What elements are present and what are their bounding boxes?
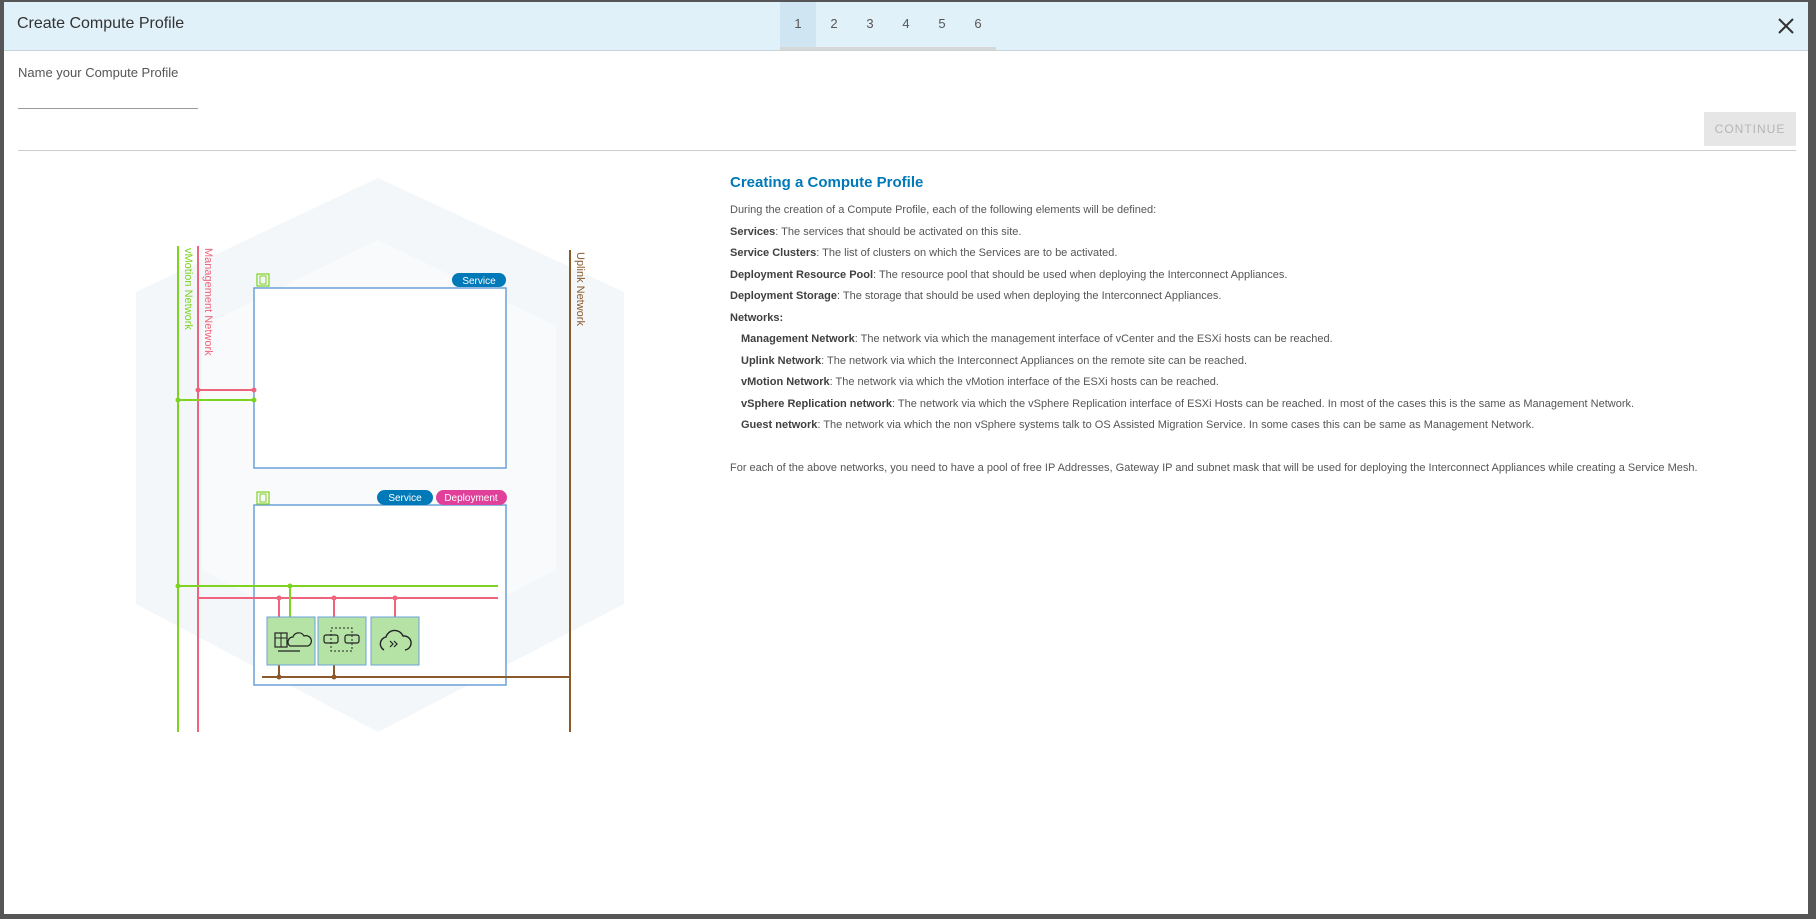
compute-profile-name-input[interactable] (18, 88, 198, 109)
appliance-2-management-dot (331, 595, 337, 601)
close-icon[interactable] (1774, 14, 1798, 38)
description-item-resource-pool: Deployment Resource Pool: The resource p… (730, 268, 1288, 281)
modal-title: Create Compute Profile (17, 15, 185, 32)
network-extension-appliance-icon (317, 616, 367, 666)
step-1[interactable]: 1 (780, 2, 816, 50)
cluster-box-1 (253, 287, 507, 469)
network-item-management: Management Network: The network via whic… (741, 333, 1333, 345)
vmotion-tap-dot-2 (251, 397, 257, 403)
name-field-label: Name your Compute Profile (18, 65, 179, 80)
description-item-service-clusters: Service Clusters: The list of clusters o… (730, 247, 1118, 259)
continue-button[interactable]: CONTINUE (1704, 112, 1796, 146)
networks-heading: Networks: (730, 311, 784, 324)
cluster-1-service-label: Service (462, 276, 496, 287)
management-network-label: Management Network (202, 248, 214, 356)
step-6[interactable]: 6 (960, 2, 996, 50)
appliance-1-uplink-dot (276, 674, 282, 680)
appliance-1-management-dot (276, 595, 282, 601)
description-intro: During the creation of a Compute Profile… (730, 204, 1157, 216)
step-4[interactable]: 4 (888, 2, 924, 50)
description-panel: Creating a Compute Profile During the cr… (730, 174, 1790, 479)
create-compute-profile-modal: Create Compute Profile 1 2 3 4 5 6 Name … (4, 2, 1808, 914)
modal-header: Create Compute Profile 1 2 3 4 5 6 (4, 2, 1808, 51)
cluster-2-service-label: Service (388, 493, 422, 504)
step-2[interactable]: 2 (816, 2, 852, 50)
network-item-replication: vSphere Replication network: The network… (741, 397, 1635, 410)
compute-profile-diagram: vMotion Network Management Network Uplin… (136, 178, 624, 732)
appliance-2-uplink-dot (331, 674, 337, 680)
vmotion-tap-dot-1 (175, 397, 181, 403)
description-footer: For each of the above networks, you need… (730, 461, 1698, 474)
vmotion-run-dot (175, 583, 181, 589)
appliance-3-management-dot (392, 595, 398, 601)
step-5[interactable]: 5 (924, 2, 960, 50)
wan-optimization-appliance-icon (370, 616, 420, 666)
wizard-steps: 1 2 3 4 5 6 (780, 2, 996, 50)
description-item-storage: Deployment Storage: The storage that sho… (730, 290, 1222, 302)
interconnect-appliance-icon (266, 616, 316, 666)
network-item-uplink: Uplink Network: The network via which th… (741, 354, 1248, 367)
step-3[interactable]: 3 (852, 2, 888, 50)
management-tap-dot-1 (195, 387, 201, 393)
vmotion-network-label: vMotion Network (182, 248, 194, 330)
form-divider (18, 150, 1796, 151)
description-heading: Creating a Compute Profile (730, 174, 924, 191)
cluster-2-deployment-label: Deployment (444, 493, 498, 504)
description-item-services: Services: The services that should be ac… (730, 225, 1022, 238)
appliance-1-vmotion-dot (287, 583, 293, 589)
network-item-vmotion: vMotion Network: The network via which t… (741, 376, 1219, 388)
management-tap-dot-2 (251, 387, 257, 393)
uplink-network-label: Uplink Network (574, 252, 586, 326)
network-item-guest: Guest network: The network via which the… (741, 419, 1535, 431)
